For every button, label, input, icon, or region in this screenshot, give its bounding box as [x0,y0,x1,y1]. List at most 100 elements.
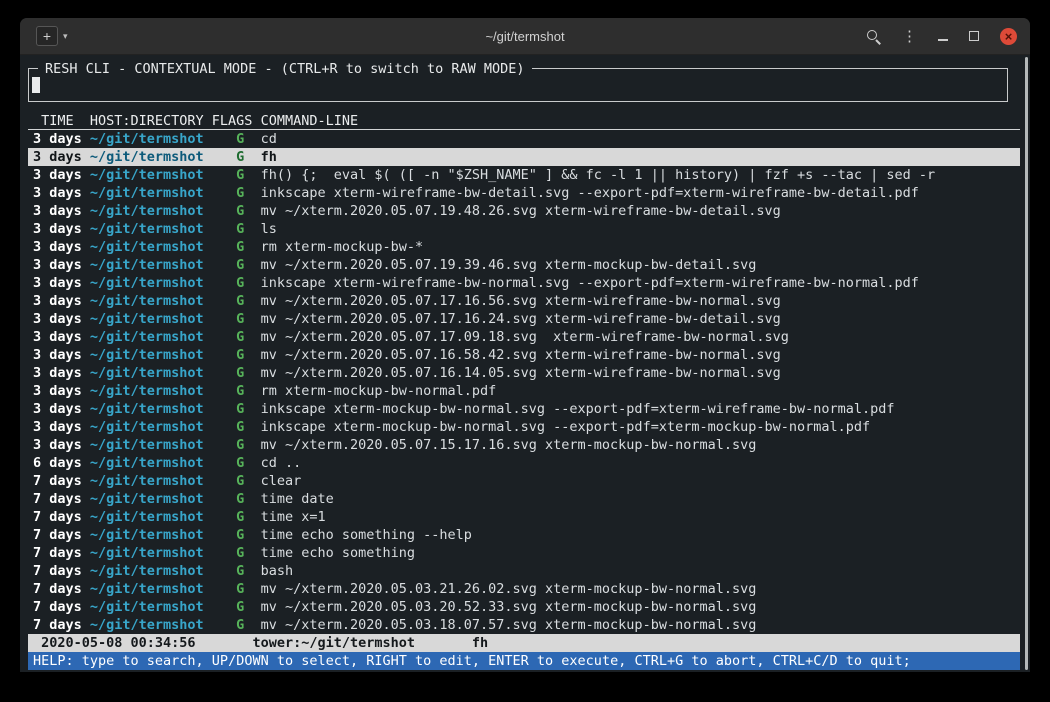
row-flags: G [212,220,261,238]
history-row[interactable]: 3 days ~/git/termshot G mv ~/xterm.2020.… [28,346,1020,364]
row-command: mv ~/xterm.2020.05.03.20.52.33.svg xterm… [261,598,1020,616]
row-flags: G [212,364,261,382]
row-time: 3 days [33,148,90,166]
row-directory: ~/git/termshot [90,616,212,634]
row-directory: ~/git/termshot [90,130,212,148]
row-flags: G [212,346,261,364]
row-directory: ~/git/termshot [90,562,212,580]
history-row[interactable]: 6 days ~/git/termshot G cd .. [28,454,1020,472]
header-host: HOST:DIRECTORY [90,112,212,129]
row-command: mv ~/xterm.2020.05.03.18.07.57.svg xterm… [261,616,1020,634]
row-flags: G [212,166,261,184]
history-row[interactable]: 7 days ~/git/termshot G mv ~/xterm.2020.… [28,598,1020,616]
row-flags: G [212,580,261,598]
history-row[interactable]: 7 days ~/git/termshot G mv ~/xterm.2020.… [28,580,1020,598]
history-row[interactable]: 3 days ~/git/termshot G inkscape xterm-w… [28,184,1020,202]
history-row[interactable]: 3 days ~/git/termshot G ls [28,220,1020,238]
history-row[interactable]: 3 days ~/git/termshot G inkscape xterm-m… [28,400,1020,418]
row-flags: G [212,490,261,508]
row-time: 3 days [33,220,90,238]
row-directory: ~/git/termshot [90,238,212,256]
history-row[interactable]: 3 days ~/git/termshot G mv ~/xterm.2020.… [28,328,1020,346]
row-directory: ~/git/termshot [90,310,212,328]
close-button[interactable]: × [1000,28,1017,45]
status-datetime: 2020-05-08 00:34:56 [41,634,195,652]
row-flags: G [212,130,261,148]
row-directory: ~/git/termshot [90,598,212,616]
history-row[interactable]: 7 days ~/git/termshot G bash [28,562,1020,580]
row-directory: ~/git/termshot [90,490,212,508]
row-time: 3 days [33,202,90,220]
row-directory: ~/git/termshot [90,382,212,400]
history-row[interactable]: 7 days ~/git/termshot G time date [28,490,1020,508]
row-command: mv ~/xterm.2020.05.07.19.39.46.svg xterm… [261,256,1020,274]
help-bar: HELP: type to search, UP/DOWN to select,… [28,652,1020,670]
row-command: fh() {; eval $( ([ -n "$ZSH_NAME" ] && f… [261,166,1020,184]
history-row[interactable]: 7 days ~/git/termshot G mv ~/xterm.2020.… [28,616,1020,634]
row-directory: ~/git/termshot [90,328,212,346]
history-row[interactable]: 3 days ~/git/termshot G mv ~/xterm.2020.… [28,202,1020,220]
history-row[interactable]: 3 days ~/git/termshot G fh [28,148,1020,166]
search-input[interactable]: RESH CLI - CONTEXTUAL MODE - (CTRL+R to … [28,68,1008,102]
row-directory: ~/git/termshot [90,166,212,184]
new-tab-button[interactable]: + [36,26,58,46]
history-row[interactable]: 3 days ~/git/termshot G rm xterm-mockup-… [28,382,1020,400]
row-command: cd .. [261,454,1020,472]
row-time: 7 days [33,526,90,544]
row-command: bash [261,562,1020,580]
restore-icon[interactable] [969,31,979,41]
row-command: mv ~/xterm.2020.05.07.17.09.18.svg xterm… [261,328,1020,346]
row-command: mv ~/xterm.2020.05.07.19.48.26.svg xterm… [261,202,1020,220]
history-row[interactable]: 3 days ~/git/termshot G rm xterm-mockup-… [28,238,1020,256]
history-row[interactable]: 7 days ~/git/termshot G clear [28,472,1020,490]
row-directory: ~/git/termshot [90,346,212,364]
history-row[interactable]: 3 days ~/git/termshot G mv ~/xterm.2020.… [28,436,1020,454]
row-command: inkscape xterm-mockup-bw-normal.svg --ex… [261,400,1020,418]
header-command: COMMAND-LINE [261,112,1020,129]
row-time: 3 days [33,382,90,400]
row-command: mv ~/xterm.2020.05.07.15.17.16.svg xterm… [261,436,1020,454]
history-row[interactable]: 3 days ~/git/termshot G mv ~/xterm.2020.… [28,364,1020,382]
row-time: 7 days [33,562,90,580]
history-row[interactable]: 3 days ~/git/termshot G mv ~/xterm.2020.… [28,310,1020,328]
history-row[interactable]: 7 days ~/git/termshot G time echo someth… [28,526,1020,544]
history-row[interactable]: 3 days ~/git/termshot G inkscape xterm-w… [28,274,1020,292]
history-row[interactable]: 7 days ~/git/termshot G time echo someth… [28,544,1020,562]
row-flags: G [212,418,261,436]
row-command: rm xterm-mockup-bw-normal.pdf [261,382,1020,400]
row-flags: G [212,526,261,544]
row-directory: ~/git/termshot [90,508,212,526]
history-row[interactable]: 3 days ~/git/termshot G mv ~/xterm.2020.… [28,256,1020,274]
scrollbar[interactable] [1025,57,1028,670]
history-row[interactable]: 3 days ~/git/termshot G cd [28,130,1020,148]
row-directory: ~/git/termshot [90,526,212,544]
row-flags: G [212,382,261,400]
row-flags: G [212,472,261,490]
row-command: inkscape xterm-wireframe-bw-detail.svg -… [261,184,1020,202]
history-row[interactable]: 3 days ~/git/termshot G inkscape xterm-m… [28,418,1020,436]
row-directory: ~/git/termshot [90,256,212,274]
history-row[interactable]: 7 days ~/git/termshot G time x=1 [28,508,1020,526]
row-command: time date [261,490,1020,508]
row-time: 7 days [33,616,90,634]
row-flags: G [212,148,261,166]
row-time: 3 days [33,256,90,274]
history-row[interactable]: 3 days ~/git/termshot G fh() {; eval $( … [28,166,1020,184]
row-command: time x=1 [261,508,1020,526]
row-time: 3 days [33,436,90,454]
row-command: inkscape xterm-wireframe-bw-normal.svg -… [261,274,1020,292]
row-directory: ~/git/termshot [90,544,212,562]
history-row[interactable]: 3 days ~/git/termshot G mv ~/xterm.2020.… [28,292,1020,310]
status-query: fh [472,634,488,652]
minimize-icon[interactable] [938,39,948,41]
header-flags: FLAGS [212,112,261,129]
row-directory: ~/git/termshot [90,400,212,418]
row-time: 7 days [33,508,90,526]
kebab-menu-icon[interactable]: ⋮ [902,29,917,44]
row-time: 3 days [33,418,90,436]
history-list: 3 days ~/git/termshot G cd 3 days ~/git/… [28,130,1020,634]
row-time: 7 days [33,598,90,616]
chevron-down-icon[interactable]: ▾ [63,31,68,42]
search-icon[interactable] [866,29,881,44]
row-command: fh [261,148,1020,166]
